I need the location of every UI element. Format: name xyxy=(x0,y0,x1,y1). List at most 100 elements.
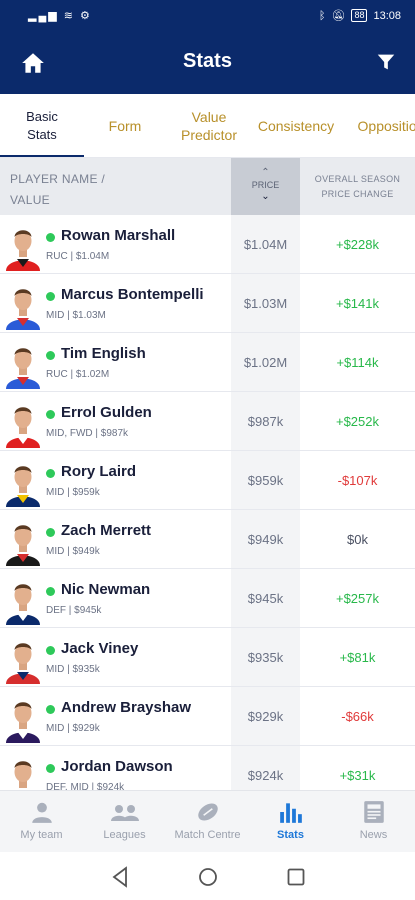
price-change: +$228k xyxy=(335,236,379,252)
page-title: Stats xyxy=(183,50,232,72)
sort-down-icon: ⌄ xyxy=(261,191,270,202)
player-avatar xyxy=(6,348,40,389)
app-header: Stats xyxy=(0,34,415,94)
mute-icon: 🔕︎ xyxy=(331,10,346,22)
player-name[interactable]: Rowan Marshall xyxy=(61,227,175,244)
player-price: $987k xyxy=(231,392,300,450)
player-row[interactable]: Tim English RUC | $1.02M $1.02M +$114k xyxy=(0,333,415,392)
system-nav-bar xyxy=(0,852,415,900)
player-position-value: MID | $1.03M xyxy=(46,310,106,321)
player-price: $945k xyxy=(231,569,300,627)
bottom-nav: My team Leagues Match Centre Stats News xyxy=(0,790,415,852)
price-change: +$81k xyxy=(339,649,376,665)
player-price: $929k xyxy=(231,687,300,745)
player-price: $959k xyxy=(231,451,300,509)
nav-match-centre[interactable]: Match Centre xyxy=(166,791,249,853)
stats-tabs: Basic Stats Form Value Predictor Consist… xyxy=(0,94,415,158)
nav-label: Leagues xyxy=(103,829,146,841)
player-position-value: MID | $949k xyxy=(46,546,100,557)
nav-label: News xyxy=(359,829,388,841)
status-dot xyxy=(46,646,55,655)
nav-label: Match Centre xyxy=(174,829,241,841)
nav-leagues[interactable]: Leagues xyxy=(83,791,166,853)
player-price: $1.02M xyxy=(231,333,300,391)
status-right: ᛒ 🔕︎ 88 13:08 xyxy=(319,9,401,22)
price-change: +$257k xyxy=(335,590,379,606)
player-name[interactable]: Jordan Dawson xyxy=(61,758,173,775)
price-change-column-header[interactable]: OVERALL SEASON PRICE CHANGE xyxy=(300,172,415,202)
player-row[interactable]: Nic Newman DEF | $945k $945k +$257k xyxy=(0,569,415,628)
tab-form[interactable]: Form xyxy=(100,94,150,157)
player-name[interactable]: Rory Laird xyxy=(61,463,136,480)
player-position-value: MID | $929k xyxy=(46,723,100,734)
status-dot xyxy=(46,292,55,301)
tab-consistency[interactable]: Consistency xyxy=(254,94,338,157)
player-avatar xyxy=(6,643,40,684)
player-name[interactable]: Errol Gulden xyxy=(61,404,152,421)
status-dot xyxy=(46,469,55,478)
player-avatar xyxy=(6,584,40,625)
tab-value-predictor[interactable]: Value Predictor xyxy=(170,94,248,157)
recents-icon[interactable] xyxy=(286,866,306,888)
player-position-value: DEF | $945k xyxy=(46,605,102,616)
status-dot xyxy=(46,410,55,419)
player-row[interactable]: Rowan Marshall RUC | $1.04M $1.04M +$228k xyxy=(0,215,415,274)
player-name[interactable]: Jack Viney xyxy=(61,640,138,657)
player-name[interactable]: Zach Merrett xyxy=(61,522,151,539)
player-avatar xyxy=(6,525,40,566)
player-position-value: RUC | $1.02M xyxy=(46,369,110,380)
back-icon[interactable] xyxy=(110,866,130,888)
football-icon xyxy=(197,803,218,821)
status-dot xyxy=(46,705,55,714)
player-position-value: MID | $959k xyxy=(46,487,100,498)
status-dot xyxy=(46,233,55,242)
change-header-line2: PRICE CHANGE xyxy=(321,189,394,199)
player-position-value: MID | $935k xyxy=(46,664,100,675)
status-dot xyxy=(46,587,55,596)
nav-news[interactable]: News xyxy=(332,791,415,853)
status-dot xyxy=(46,528,55,537)
battery-icon: 88 xyxy=(351,9,368,22)
player-name[interactable]: Nic Newman xyxy=(61,581,150,598)
player-price: $949k xyxy=(231,510,300,568)
player-row[interactable]: Zach Merrett MID | $949k $949k $0k xyxy=(0,510,415,569)
player-row[interactable]: Jack Viney MID | $935k $935k +$81k xyxy=(0,628,415,687)
bar-chart-icon xyxy=(279,803,302,823)
sort-up-icon: ⌃ xyxy=(261,167,270,178)
signal-icons: ▂▄▆ ≋ ⚙ xyxy=(28,10,92,22)
player-row[interactable]: Rory Laird MID | $959k $959k -$107k xyxy=(0,451,415,510)
price-header-label: PRICE xyxy=(251,180,280,190)
filter-icon[interactable] xyxy=(375,51,397,73)
player-row[interactable]: Errol Gulden MID, FWD | $987k $987k +$252k xyxy=(0,392,415,451)
tab-opposition[interactable]: Opposition xyxy=(346,94,415,157)
player-position-value: MID, FWD | $987k xyxy=(46,428,129,439)
price-column-header[interactable]: ⌃ PRICE ⌄ xyxy=(231,158,300,215)
bluetooth-icon: ᛒ xyxy=(318,9,326,22)
price-change: $0k xyxy=(347,531,368,547)
price-change: +$114k xyxy=(336,354,379,370)
player-name[interactable]: Tim English xyxy=(61,345,146,362)
status-dot xyxy=(46,764,55,773)
clock: 13:08 xyxy=(373,9,401,22)
status-bar: ▂▄▆ ≋ ⚙ ᛒ 🔕︎ 88 13:08 xyxy=(0,0,415,34)
nav-label: My team xyxy=(20,829,63,841)
tab-basic-stats[interactable]: Basic Stats xyxy=(0,94,84,157)
nav-my-team[interactable]: My team xyxy=(0,791,83,853)
nav-stats[interactable]: Stats xyxy=(249,791,332,853)
price-change: +$252k xyxy=(335,413,379,429)
player-row[interactable]: Marcus Bontempelli MID | $1.03M $1.03M +$14… xyxy=(0,274,415,333)
player-name-column-header[interactable]: PLAYER NAME / VALUE xyxy=(10,169,105,211)
player-name[interactable]: Marcus Bontempelli xyxy=(61,286,204,303)
player-header-line1: PLAYER NAME / xyxy=(10,172,106,186)
player-avatar xyxy=(6,289,40,330)
price-change: +$141k xyxy=(335,295,379,311)
player-row[interactable]: Andrew Brayshaw MID | $929k $929k -$66k xyxy=(0,687,415,746)
player-price: $1.04M xyxy=(231,215,300,273)
price-change: -$66k xyxy=(341,708,374,724)
player-name[interactable]: Andrew Brayshaw xyxy=(61,699,191,716)
person-icon xyxy=(31,802,52,823)
home-circle-icon[interactable] xyxy=(198,866,218,888)
player-position-value: RUC | $1.04M xyxy=(46,251,110,262)
change-header-line1: OVERALL SEASON xyxy=(314,174,401,184)
player-avatar xyxy=(6,466,40,507)
